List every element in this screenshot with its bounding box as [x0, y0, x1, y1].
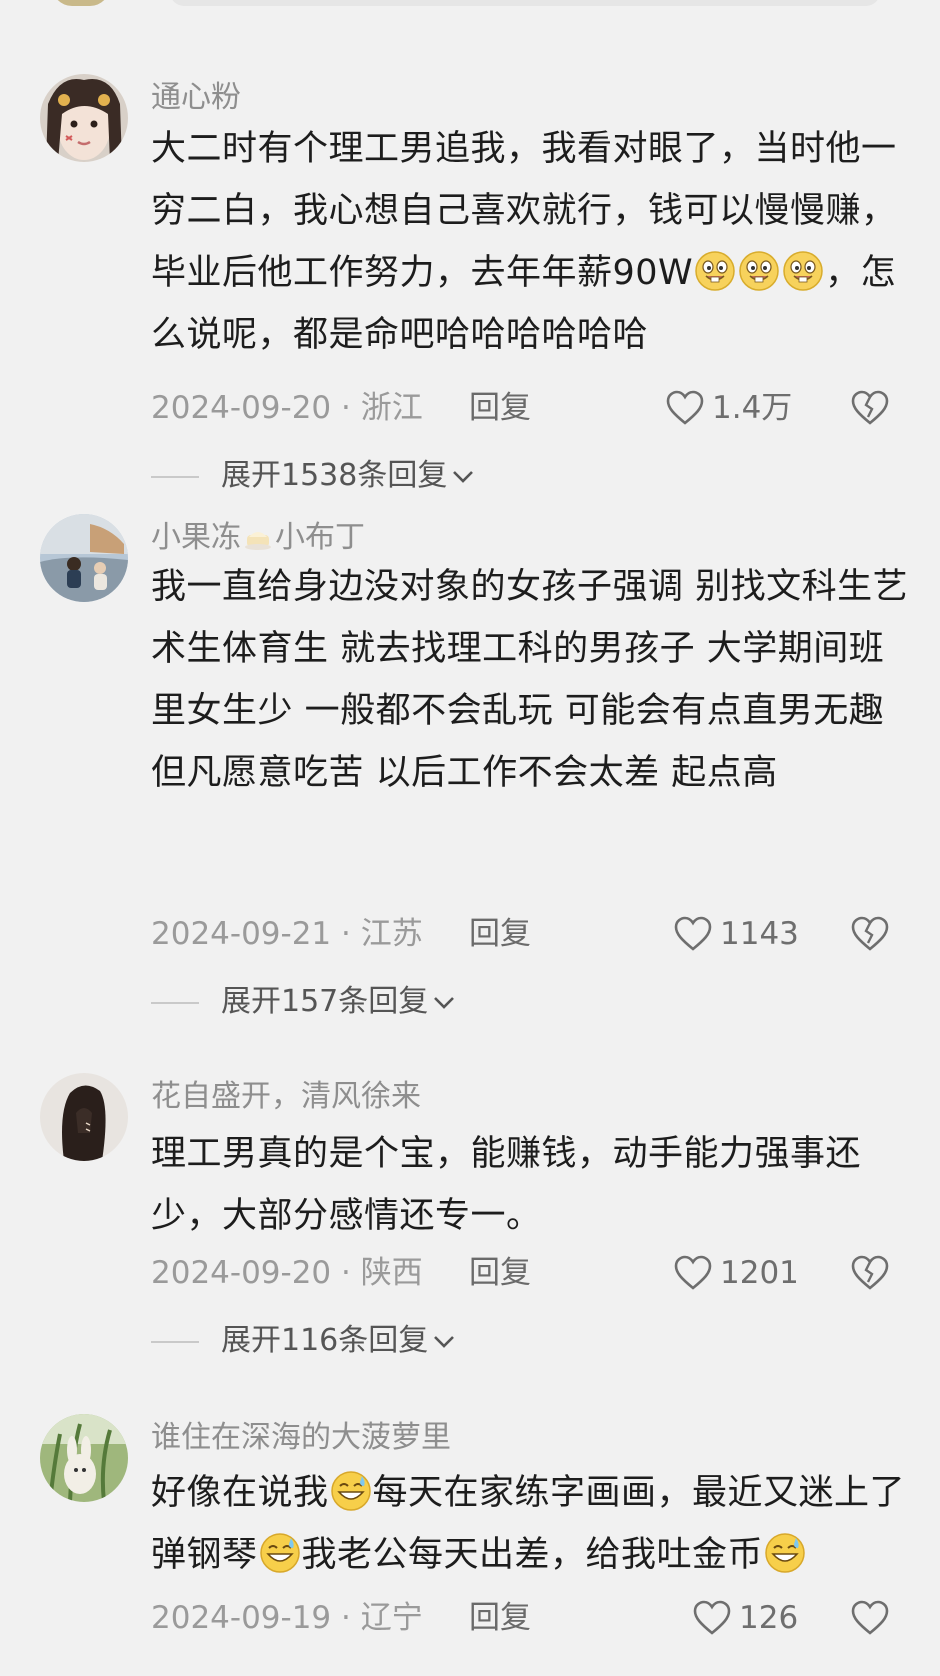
expand-replies-label: 展开157条回复	[221, 984, 429, 1019]
like-button[interactable]: 1143	[674, 914, 834, 954]
expand-replies-button[interactable]: 展开1538条回复	[151, 456, 651, 496]
heart-outline-icon[interactable]	[851, 1600, 889, 1636]
comment-text: 好像在说我 每天在家练字画画，最近又迷上了弹钢琴 我老公每天出差，给我吐金币	[151, 1462, 911, 1586]
expand-replies-button[interactable]: 展开157条回复	[151, 982, 651, 1022]
comment-meta: 2024-09-20 · 陕西 回复 1201	[151, 1253, 911, 1293]
comment-text: 我一直给身边没对象的女孩子强调 别找文科生艺术生体育生 就去找理工科的男孩子 大…	[151, 567, 909, 793]
like-count: 1.4万	[712, 390, 793, 426]
previous-input-edge	[170, 0, 880, 6]
date-location: 2024-09-20 · 浙江	[151, 390, 423, 426]
username-part: 小果冻	[151, 520, 241, 555]
reply-button[interactable]: 回复	[469, 914, 531, 954]
expand-replies-button[interactable]: 展开116条回复	[151, 1321, 651, 1361]
divider	[151, 1341, 199, 1343]
broken-heart-icon[interactable]	[851, 916, 889, 952]
username[interactable]: 谁住在深海的大菠萝里	[151, 1418, 451, 1458]
date-location: 2024-09-20 · 陕西	[151, 1255, 423, 1291]
heart-outline-icon	[693, 1600, 731, 1635]
chevron-down-icon	[434, 1335, 455, 1348]
sweat-smile-emoji-icon	[765, 1533, 805, 1573]
grinning-buck-teeth-emoji-icon	[695, 251, 735, 291]
avatar[interactable]	[40, 514, 128, 602]
chevron-down-icon	[453, 470, 474, 483]
comment-meta: 2024-09-21 · 江苏 回复 1143	[151, 914, 911, 954]
divider	[151, 1002, 199, 1004]
like-button[interactable]: 1201	[674, 1253, 834, 1293]
previous-comment-edge	[0, 0, 940, 10]
username[interactable]: 小果冻 小布丁	[151, 518, 365, 558]
comment-text: 理工男真的是个宝，能赚钱，动手能力强事还少，大部分感情还专一。	[151, 1134, 862, 1236]
expand-replies-label: 展开1538条回复	[221, 458, 448, 493]
comment-meta: 2024-09-19 · 辽宁 回复 126	[151, 1598, 911, 1638]
like-button[interactable]: 126	[693, 1598, 853, 1638]
like-button[interactable]: 1.4万	[666, 388, 826, 428]
date-location: 2024-09-21 · 江苏	[151, 916, 423, 952]
avatar[interactable]	[40, 74, 128, 162]
broken-heart-icon[interactable]	[851, 390, 889, 426]
heart-outline-icon	[666, 390, 704, 425]
like-count: 1143	[720, 916, 799, 952]
grinning-buck-teeth-emoji-icon	[739, 251, 779, 291]
broken-heart-icon[interactable]	[851, 1255, 889, 1291]
avatar[interactable]	[40, 1414, 128, 1502]
expand-replies-label: 展开116条回复	[221, 1323, 429, 1358]
reply-button[interactable]: 回复	[469, 388, 531, 428]
username[interactable]: 通心粉	[151, 78, 241, 118]
grinning-buck-teeth-emoji-icon	[783, 251, 823, 291]
comment-text: 大二时有个理工男追我，我看对眼了，当时他一穷二白，我心想自己喜欢就行，钱可以慢慢…	[151, 118, 911, 366]
comment-text-part: 我老公每天出差，给我吐金币	[301, 1535, 764, 1575]
heart-outline-icon	[674, 1255, 712, 1290]
previous-avatar-edge	[52, 0, 110, 6]
chevron-down-icon	[434, 996, 455, 1009]
sweat-smile-emoji-icon	[330, 1471, 371, 1511]
heart-outline-icon	[674, 916, 712, 951]
reply-button[interactable]: 回复	[469, 1598, 531, 1638]
sweat-smile-emoji-icon	[259, 1533, 300, 1573]
username[interactable]: 花自盛开，清风徐来	[151, 1077, 421, 1117]
divider	[151, 476, 199, 478]
pudding-icon	[245, 532, 271, 550]
comment-meta: 2024-09-20 · 浙江 回复 1.4万	[151, 388, 911, 428]
username-part: 小布丁	[275, 520, 365, 555]
date-location: 2024-09-19 · 辽宁	[151, 1600, 423, 1636]
comment-text-part: 好像在说我	[151, 1473, 329, 1513]
reply-button[interactable]: 回复	[469, 1253, 531, 1293]
like-count: 1201	[720, 1255, 799, 1291]
like-count: 126	[739, 1600, 799, 1636]
avatar[interactable]	[40, 1073, 128, 1161]
